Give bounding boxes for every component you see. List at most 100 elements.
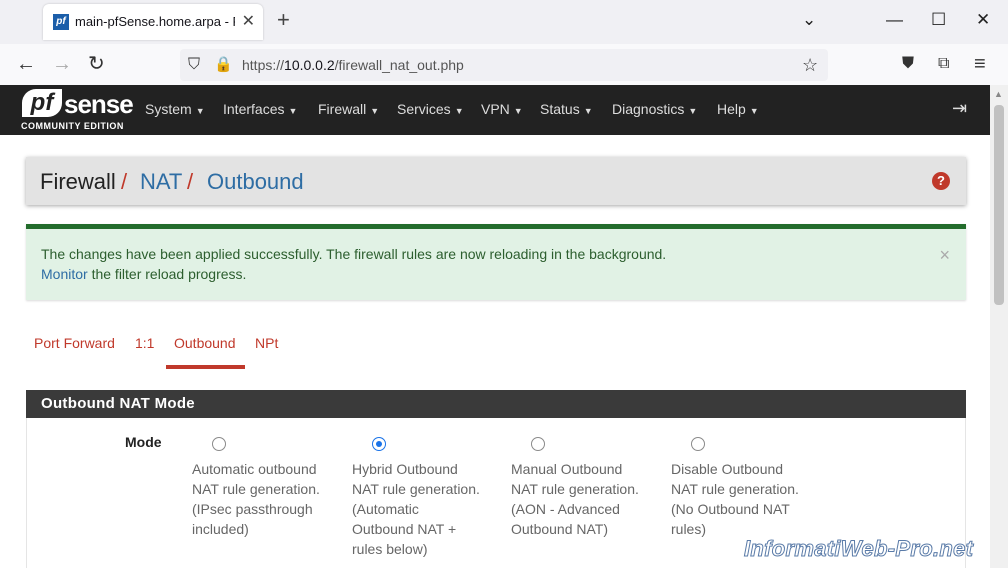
breadcrumb-separator: / (187, 169, 194, 194)
option-text-line: Disable Outbound (671, 461, 784, 477)
option-text-line: rules below) (352, 541, 428, 557)
browser-tab-strip: pf main-pfSense.home.arpa - Firewall ✕ +… (0, 0, 1008, 44)
scroll-up-arrow-icon[interactable]: ▲ (994, 89, 1003, 99)
close-tab-icon[interactable]: ✕ (242, 11, 255, 31)
menu-interfaces-label: Interfaces (223, 101, 285, 117)
breadcrumb-firewall: Firewall (40, 169, 116, 194)
menu-diagnostics[interactable]: Diagnostics ▼ (612, 101, 697, 117)
menu-diagnostics-label: Diagnostics (612, 101, 685, 117)
browser-tab[interactable]: pf main-pfSense.home.arpa - Firewall ✕ (43, 4, 263, 40)
address-bar[interactable]: ⛉ 🔒 https://10.0.0.2/firewall_nat_out.ph… (180, 49, 828, 81)
panel-heading: Outbound NAT Mode (26, 390, 966, 418)
tab-one-to-one[interactable]: 1:1 (135, 335, 154, 351)
radio-hybrid-outbound[interactable] (372, 437, 386, 451)
menu-status-label: Status (540, 101, 580, 117)
minimize-window-button[interactable]: — (886, 10, 903, 30)
new-tab-button[interactable]: + (277, 9, 290, 31)
option-text-line: (No Outbound NAT (671, 501, 790, 517)
pfsense-navbar: pf sense COMMUNITY EDITION System ▼ Inter… (0, 85, 990, 135)
menu-system[interactable]: System ▼ (145, 101, 205, 117)
menu-interfaces[interactable]: Interfaces ▼ (223, 101, 297, 117)
close-window-button[interactable]: ✕ (976, 10, 990, 30)
menu-hamburger-icon[interactable]: ≡ (974, 53, 986, 75)
tab-npt[interactable]: NPt (255, 335, 278, 351)
page-scrollbar[interactable]: ▲ (990, 85, 1008, 568)
option-automatic-outbound-text[interactable]: Automatic outbound NAT rule generation. … (192, 459, 332, 539)
url-path: /firewall_nat_out.php (334, 57, 464, 73)
panel-title: Outbound NAT Mode (41, 395, 195, 412)
browser-nav-bar: ← → ↻ ⛉ 🔒 https://10.0.0.2/firewall_nat_… (0, 44, 1008, 86)
active-tab-indicator (166, 365, 245, 369)
radio-disable-outbound[interactable] (691, 437, 705, 451)
option-text-line: NAT rule generation. (352, 481, 480, 497)
breadcrumb-separator: / (121, 169, 128, 194)
alert-message-rest: the filter reload progress. (87, 266, 247, 282)
pfsense-logo-edition: COMMUNITY EDITION (21, 121, 124, 131)
extensions-icon[interactable]: ⧉ (938, 53, 949, 75)
option-text-line: Outbound NAT + (352, 521, 457, 537)
menu-firewall-label: Firewall (318, 101, 367, 117)
pocket-icon[interactable]: ⛊ (902, 53, 914, 75)
caret-down-icon: ▼ (688, 106, 698, 116)
browser-tab-title: main-pfSense.home.arpa - Firewall (75, 14, 235, 29)
option-text-line: included) (192, 521, 249, 537)
pfsense-favicon-icon: pf (53, 14, 69, 30)
menu-status[interactable]: Status ▼ (540, 101, 593, 117)
caret-down-icon: ▼ (749, 106, 759, 116)
option-text-line: (IPsec passthrough (192, 501, 313, 517)
breadcrumb-outbound-link[interactable]: Outbound (207, 169, 304, 195)
url-text[interactable]: https://10.0.0.2/firewall_nat_out.php (242, 57, 464, 73)
tab-outbound[interactable]: Outbound (174, 335, 236, 351)
breadcrumb-nat-link[interactable]: NAT (140, 169, 182, 195)
menu-vpn[interactable]: VPN ▼ (481, 101, 523, 117)
option-text-line: NAT rule generation. (511, 481, 639, 497)
tab-port-forward[interactable]: Port Forward (34, 335, 115, 351)
option-disable-outbound-text[interactable]: Disable Outbound NAT rule generation. (N… (671, 459, 811, 539)
watermark: InformatiWeb-Pro.net (743, 536, 974, 562)
option-text-line: NAT rule generation. (192, 481, 320, 497)
scrollbar-thumb[interactable] (994, 105, 1004, 305)
maximize-window-button[interactable]: ☐ (931, 10, 946, 30)
lock-icon[interactable]: 🔒 (214, 54, 233, 76)
back-arrow-icon[interactable]: ← (16, 53, 36, 75)
list-tabs-chevron-icon[interactable]: ⌄ (802, 10, 816, 30)
url-prefix: https:// (242, 57, 285, 73)
option-manual-outbound-text[interactable]: Manual Outbound NAT rule generation. (AO… (511, 459, 651, 539)
menu-services[interactable]: Services ▼ (397, 101, 464, 117)
alert-message-line2: Monitor the filter reload progress. (41, 266, 246, 282)
success-alert: The changes have been applied successful… (26, 224, 966, 300)
option-text-line: (Automatic (352, 501, 419, 517)
option-text-line: Hybrid Outbound (352, 461, 458, 477)
help-question-icon[interactable]: ? (932, 172, 950, 190)
menu-help-label: Help (717, 101, 746, 117)
forward-arrow-icon[interactable]: → (52, 53, 72, 75)
radio-manual-outbound[interactable] (531, 437, 545, 451)
option-text-line: Outbound NAT) (511, 521, 609, 537)
menu-vpn-label: VPN (481, 101, 510, 117)
close-alert-icon[interactable]: × (939, 245, 950, 266)
pfsense-logo-pf[interactable]: pf (22, 89, 62, 117)
caret-down-icon: ▼ (288, 106, 298, 116)
option-hybrid-outbound-text[interactable]: Hybrid Outbound NAT rule generation. (Au… (352, 459, 492, 559)
radio-automatic-outbound[interactable] (212, 437, 226, 451)
mode-label: Mode (125, 434, 162, 450)
caret-down-icon: ▼ (195, 106, 205, 116)
menu-help[interactable]: Help ▼ (717, 101, 759, 117)
pfsense-logo-sense[interactable]: sense (64, 89, 134, 120)
breadcrumb: Firewall / NAT / Outbound ? (26, 157, 966, 205)
reload-icon[interactable]: ↻ (88, 53, 105, 75)
shield-icon[interactable]: ⛉ (188, 54, 200, 76)
monitor-link[interactable]: Monitor (41, 266, 88, 282)
url-host: 10.0.0.2 (284, 57, 335, 73)
menu-services-label: Services (397, 101, 451, 117)
option-text-line: (AON - Advanced (511, 501, 620, 517)
menu-firewall[interactable]: Firewall ▼ (318, 101, 379, 117)
option-text-line: NAT rule generation. (671, 481, 799, 497)
bookmark-star-icon[interactable]: ☆ (802, 54, 818, 76)
caret-down-icon: ▼ (370, 106, 380, 116)
caret-down-icon: ▼ (583, 106, 593, 116)
option-text-line: Manual Outbound (511, 461, 623, 477)
logout-icon[interactable]: ⇥ (952, 98, 967, 119)
menu-system-label: System (145, 101, 192, 117)
alert-message-line1: The changes have been applied successful… (41, 246, 667, 262)
